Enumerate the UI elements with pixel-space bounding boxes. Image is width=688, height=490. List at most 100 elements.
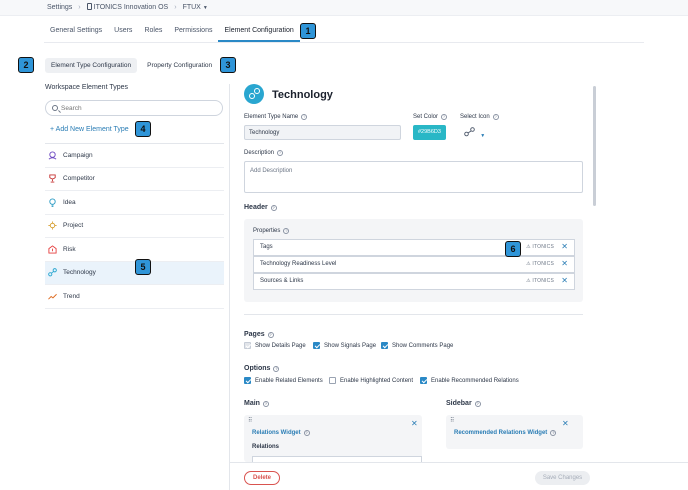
element-type-idea[interactable]: Idea [45,191,224,215]
tab-element-configuration[interactable]: Element Configuration [218,24,300,42]
element-type-list: Campaign Competitor Idea Project Risk Te… [45,143,224,309]
enable-highlighted-content-checkbox[interactable]: Enable Highlighted Content [329,377,413,384]
remove-property-icon[interactable]: ✕ [561,242,568,251]
property-row-trl[interactable]: Technology Readiness Level ⚠ ITONICS ✕ [253,256,575,273]
breadcrumb: Settings › ITONICS Innovation OS › FTUX ▼ [47,3,208,11]
show-signals-page-checkbox[interactable]: Show Signals Page [313,342,376,349]
document-icon [86,3,92,10]
header-label-text: Header [244,204,268,211]
subtab-element-type-configuration[interactable]: Element Type Configuration [45,58,138,73]
element-type-label: Idea [63,198,76,206]
properties-label: Properties? [253,228,290,234]
element-type-project[interactable]: Project [45,215,224,238]
properties-label-text: Properties [253,228,281,234]
subtab-property-configuration[interactable]: Property Configuration [141,58,218,73]
save-changes-button[interactable]: Save Changes [535,471,590,485]
element-type-competitor[interactable]: Competitor [45,168,224,191]
close-icon[interactable]: ✕ [411,419,418,428]
tab-permissions[interactable]: Permissions [168,24,218,42]
tab-general-settings[interactable]: General Settings [44,24,108,42]
options-section-label: Options? [244,365,280,372]
checkbox-label: Show Signals Page [324,342,377,349]
callout-badge-1: 1 [300,23,316,39]
enable-recommended-relations-checkbox[interactable]: Enable Recommended Relations [420,377,519,384]
sidebar-recommended-relations-widget[interactable]: ⠿ Recommended Relations Widget? ✕ [446,415,583,449]
property-name: Technology Readiness Level [260,261,337,267]
footer-bar: Delete Save Changes [230,462,688,490]
relations-label: Relations [252,444,280,450]
element-type-label: Technology [63,269,96,277]
main-label-text: Main [244,400,260,407]
campaign-icon [48,151,57,160]
help-icon[interactable]: ? [277,150,284,156]
section-divider [244,314,583,315]
checkbox-box [244,377,251,384]
enable-related-elements-checkbox[interactable]: Enable Related Elements [244,377,323,384]
checkbox-box [329,377,336,384]
search-icon [52,105,58,111]
color-picker-button[interactable]: #29B6D3 [413,125,446,140]
help-icon[interactable]: ? [492,114,499,120]
checkbox-box [420,377,427,384]
property-row-tags[interactable]: Tags ⚠ ITONICS ✕ [253,239,575,256]
help-icon[interactable]: ? [303,430,310,436]
icon-picker[interactable]: ▼ [464,127,485,139]
help-icon[interactable]: ? [474,401,481,407]
panel-divider [229,84,230,490]
sidebar-label-text: Sidebar [446,400,472,407]
drag-handle-icon[interactable]: ⠿ [450,417,455,424]
main-relations-widget[interactable]: ⠿ Relations Widget? ✕ Relations [244,415,422,462]
delete-button[interactable]: Delete [244,471,280,485]
element-type-trend[interactable]: Trend [45,285,224,309]
callout-badge-6: 6 [505,241,521,257]
callout-badge-3: 3 [220,57,236,73]
description-input[interactable]: Add Description [244,161,583,193]
settings-tabs: General Settings Users Roles Permissions… [44,24,300,42]
widget-title-text: Relations Widget [252,430,301,436]
tab-users[interactable]: Users [108,24,138,42]
remove-property-icon[interactable]: ✕ [561,259,568,268]
checkbox-label: Enable Highlighted Content [340,377,414,384]
element-type-campaign[interactable]: Campaign [45,144,224,168]
set-color-label-text: Set Color [413,114,439,120]
tab-roles[interactable]: Roles [138,24,168,42]
element-types-panel: Workspace Element Types + Add New Elemen… [45,84,224,309]
close-icon[interactable]: ✕ [562,419,569,428]
breadcrumb-workspace[interactable]: ITONICS Innovation OS [86,3,169,11]
help-icon[interactable]: ? [262,401,269,407]
description-label-text: Description [244,150,275,156]
help-icon[interactable]: ? [270,205,277,211]
help-icon[interactable]: ? [550,430,557,436]
show-comments-page-checkbox[interactable]: Show Comments Page [381,342,453,349]
show-details-page-checkbox[interactable]: Show Details Page [244,342,306,349]
callout-badge-4: 4 [135,121,151,137]
help-icon[interactable]: ? [283,228,290,234]
description-label: Description? [244,150,284,156]
element-type-risk[interactable]: Risk [45,238,224,262]
element-type-label: Risk [63,245,76,253]
widget-title: Recommended Relations Widget? [454,430,557,436]
property-row-sources[interactable]: Sources & Links ⚠ ITONICS ✕ [253,273,575,290]
property-source: ⚠ ITONICS [526,244,554,250]
property-source: ⚠ ITONICS [526,261,554,267]
element-type-title: Technology [272,89,333,101]
tabs-divider [44,42,644,43]
help-icon[interactable]: ? [441,114,448,120]
breadcrumb-settings[interactable]: Settings [47,4,72,11]
help-icon[interactable]: ? [267,332,274,338]
search-input[interactable] [61,103,211,113]
breadcrumb-separator: › [78,3,81,11]
drag-handle-icon[interactable]: ⠿ [248,417,253,424]
breadcrumb-current[interactable]: FTUX ▼ [183,4,208,11]
remove-property-icon[interactable]: ✕ [561,276,568,285]
property-name: Tags [260,244,273,250]
vertical-scrollbar[interactable] [593,86,596,206]
chevron-down-icon: ▼ [202,4,208,11]
help-icon[interactable]: ? [273,366,280,372]
help-icon[interactable]: ? [301,114,308,120]
breadcrumb-workspace-label: ITONICS Innovation OS [93,4,169,11]
type-name-field[interactable]: Technology [244,125,401,140]
property-source-text: ITONICS [532,244,554,250]
select-icon-label: Select Icon? [460,114,499,120]
element-type-label: Competitor [63,175,95,183]
